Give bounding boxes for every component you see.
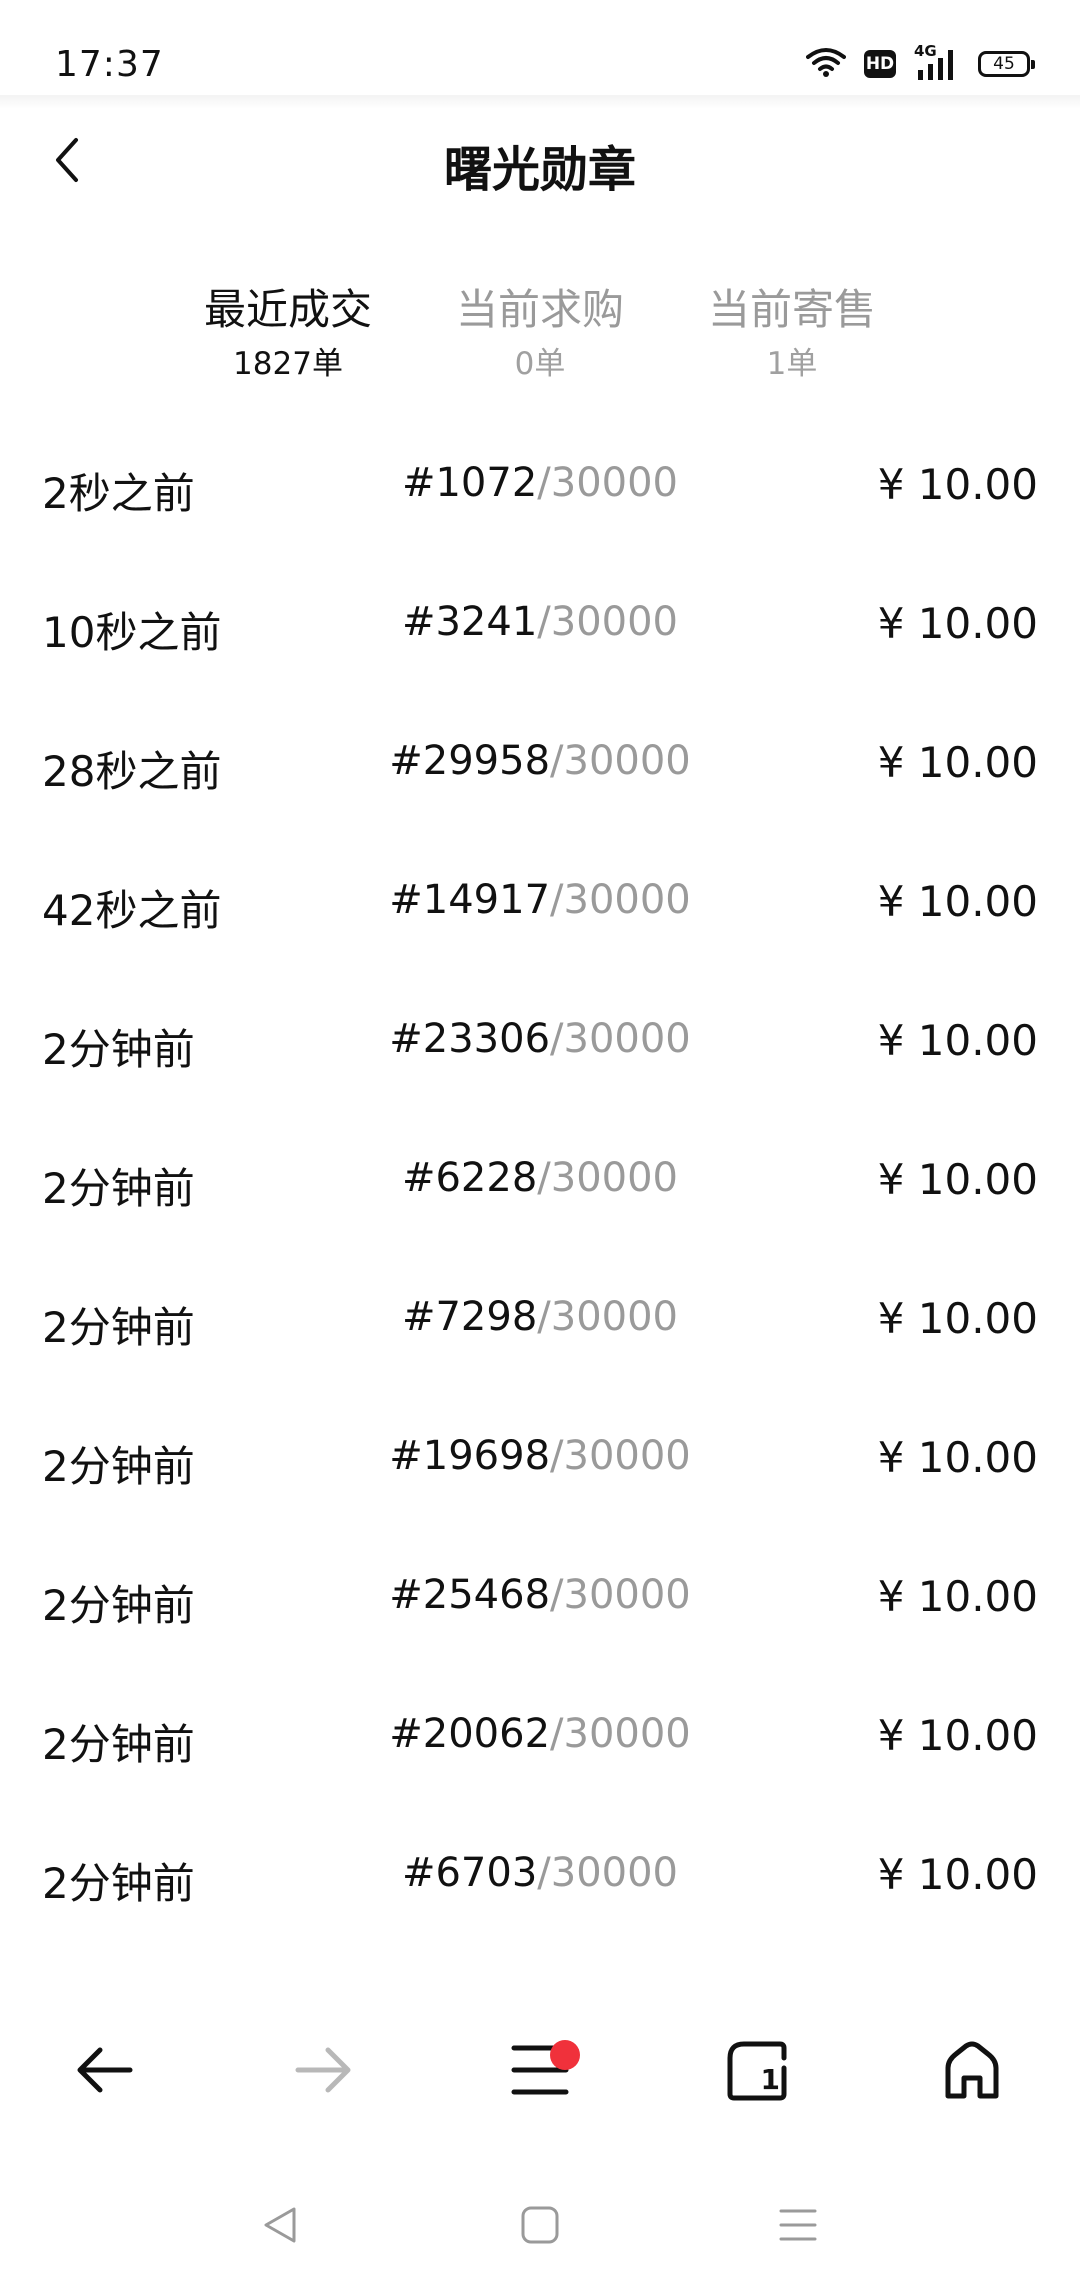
trade-row[interactable]: 2分钟前 #20062/30000 ¥ 10.00 — [0, 1681, 1080, 1820]
trade-price: ¥ 10.00 — [877, 1711, 1038, 1760]
system-recents-button[interactable] — [768, 2195, 828, 2255]
browser-home-button[interactable] — [922, 2020, 1022, 2120]
serial-total: /30000 — [537, 460, 679, 506]
back-arrow-icon — [77, 2047, 133, 2093]
status-icons: HD 4G 45 — [806, 42, 1035, 84]
tab-current-listings[interactable]: 当前寄售 1单 — [682, 280, 902, 386]
tab-current-bids[interactable]: 当前求购 0单 — [430, 280, 650, 386]
system-home-button[interactable] — [510, 2195, 570, 2255]
serial-number: #14917 — [389, 877, 551, 923]
browser-forward-button[interactable] — [274, 2020, 374, 2120]
status-time: 17:37 — [55, 44, 164, 85]
serial-total: /30000 — [550, 1016, 691, 1062]
browser-tabs-button[interactable]: 1 — [706, 2020, 806, 2120]
trade-price: ¥ 10.00 — [877, 599, 1038, 648]
serial-total: /30000 — [550, 1572, 691, 1618]
trade-price: ¥ 10.00 — [877, 1572, 1038, 1621]
trade-row[interactable]: 2分钟前 #19698/30000 ¥ 10.00 — [0, 1403, 1080, 1542]
browser-menu-button[interactable] — [490, 2020, 590, 2120]
trade-price: ¥ 10.00 — [877, 877, 1038, 926]
trade-list: 2秒之前 #1072/30000 ¥ 10.00 10秒之前 #3241/300… — [0, 430, 1080, 1959]
serial-number: #23306 — [389, 1016, 551, 1062]
serial-number: #6228 — [401, 1155, 538, 1201]
header-divider — [0, 95, 1080, 109]
tab-recent-deals[interactable]: 最近成交 1827单 — [178, 280, 398, 386]
trade-price: ¥ 10.00 — [877, 460, 1038, 509]
system-nav-bar — [0, 2170, 1080, 2280]
serial-total: /30000 — [537, 599, 679, 645]
trade-row[interactable]: 2分钟前 #7298/30000 ¥ 10.00 — [0, 1264, 1080, 1403]
trade-row[interactable]: 2秒之前 #1072/30000 ¥ 10.00 — [0, 430, 1080, 569]
trade-price: ¥ 10.00 — [877, 1433, 1038, 1482]
nav-recents-icon — [779, 2209, 817, 2241]
signal-icon: 4G — [914, 42, 960, 82]
wifi-icon — [806, 46, 846, 82]
serial-number: #7298 — [401, 1294, 538, 1340]
trade-row[interactable]: 28秒之前 #29958/30000 ¥ 10.00 — [0, 708, 1080, 847]
tab-bar: 最近成交 1827单 当前求购 0单 当前寄售 1单 — [0, 280, 1080, 400]
forward-arrow-icon — [295, 2047, 351, 2093]
tab-count: 1827单 — [233, 346, 343, 382]
notification-dot — [550, 2040, 580, 2070]
nav-back-icon — [264, 2207, 296, 2243]
status-bar: 17:37 HD 4G 45 — [0, 0, 1080, 100]
serial-number: #3241 — [401, 599, 538, 645]
trade-row[interactable]: 2分钟前 #6703/30000 ¥ 10.00 — [0, 1820, 1080, 1959]
tab-label: 最近成交 — [203, 285, 372, 334]
trade-row[interactable]: 42秒之前 #14917/30000 ¥ 10.00 — [0, 847, 1080, 986]
tab-label: 当前寄售 — [707, 285, 876, 334]
tab-label: 当前求购 — [455, 285, 624, 334]
trade-price: ¥ 10.00 — [877, 738, 1038, 787]
trade-price: ¥ 10.00 — [877, 1016, 1038, 1065]
system-back-button[interactable] — [250, 2195, 310, 2255]
serial-total: /30000 — [550, 877, 691, 923]
serial-total: /30000 — [550, 738, 691, 784]
serial-number: #1072 — [401, 460, 538, 506]
serial-number: #20062 — [389, 1711, 551, 1757]
serial-number: #25468 — [389, 1572, 551, 1618]
trade-price: ¥ 10.00 — [877, 1155, 1038, 1204]
nav-home-icon — [521, 2206, 559, 2244]
serial-total: /30000 — [550, 1711, 691, 1757]
page-title: 曙光勋章 — [443, 142, 636, 198]
serial-total: /30000 — [537, 1294, 679, 1340]
trade-row[interactable]: 2分钟前 #6228/30000 ¥ 10.00 — [0, 1125, 1080, 1264]
battery-icon: 45 — [978, 51, 1035, 77]
trade-price: ¥ 10.00 — [877, 1294, 1038, 1343]
browser-toolbar: 1 — [0, 1990, 1080, 2150]
trade-row[interactable]: 2分钟前 #23306/30000 ¥ 10.00 — [0, 986, 1080, 1125]
trade-row[interactable]: 2分钟前 #25468/30000 ¥ 10.00 — [0, 1542, 1080, 1681]
home-icon — [945, 2041, 999, 2099]
trade-row[interactable]: 10秒之前 #3241/30000 ¥ 10.00 — [0, 569, 1080, 708]
tab-count-label: 1 — [760, 2063, 780, 2096]
trade-price: ¥ 10.00 — [877, 1850, 1038, 1899]
serial-total: /30000 — [537, 1850, 679, 1896]
serial-total: /30000 — [537, 1155, 679, 1201]
serial-number: #29958 — [389, 738, 551, 784]
serial-number: #6703 — [401, 1850, 538, 1896]
hd-icon: HD — [864, 50, 896, 78]
browser-back-button[interactable] — [54, 2020, 154, 2120]
serial-number: #19698 — [389, 1433, 551, 1479]
tab-count: 0单 — [514, 346, 566, 382]
tab-count: 1单 — [766, 346, 818, 382]
serial-total: /30000 — [550, 1433, 691, 1479]
